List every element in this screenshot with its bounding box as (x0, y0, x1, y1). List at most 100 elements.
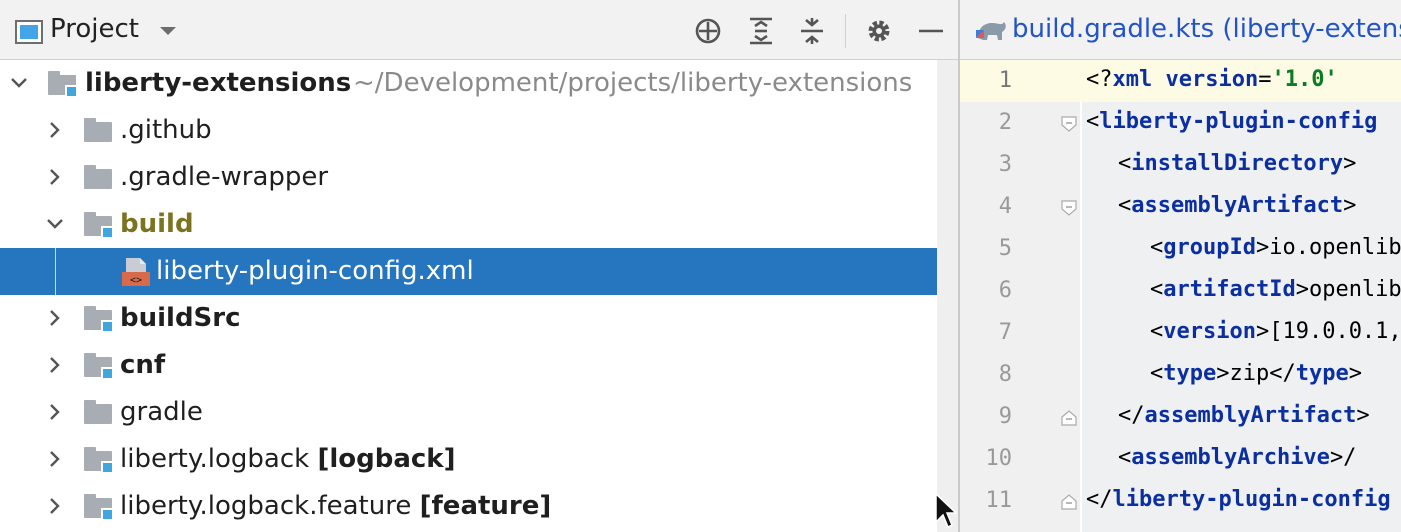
code-text: <assemblyArchive>/ (1118, 445, 1357, 470)
xml-tag: liberty-plugin-config (1112, 487, 1391, 512)
module-name: liberty.logback (120, 444, 310, 474)
xml-tag: artifactId (1163, 277, 1296, 302)
module-folder-icon (84, 447, 114, 474)
fold-marker-icon[interactable] (1060, 199, 1078, 217)
tree-label: liberty.logback [logback] (120, 444, 455, 474)
chevron-right-icon[interactable] (44, 119, 66, 141)
hide-icon[interactable] (915, 14, 947, 48)
code-line[interactable]: 7 <version>[19.0.0.1,) (960, 312, 1401, 354)
chevron-down-icon[interactable] (158, 19, 178, 43)
code-line[interactable]: 3 <installDirectory> (960, 144, 1401, 186)
tree-label: build (120, 209, 194, 239)
xml-text: zip (1229, 361, 1270, 386)
xml-attr: version (1165, 67, 1259, 92)
fold-end-marker-icon[interactable] (1060, 493, 1078, 511)
mouse-pointer-icon (934, 492, 958, 530)
line-number: 2 (998, 110, 1012, 135)
chevron-right-icon[interactable] (44, 401, 66, 423)
tree-row-cnf[interactable]: cnf (0, 342, 958, 389)
code-text: <?xml version='1.0' (1086, 67, 1338, 92)
line-number: 4 (998, 194, 1012, 219)
tree-row-gradle-wrapper[interactable]: .gradle-wrapper (0, 154, 958, 201)
module-tag: [logback] (317, 444, 456, 474)
tree-row-liberty-plugin-config[interactable]: <> liberty-plugin-config.xml (0, 248, 958, 295)
chevron-right-icon[interactable] (44, 448, 66, 470)
chevron-down-icon[interactable] (44, 213, 66, 235)
folder-icon (84, 118, 112, 142)
line-number: 9 (998, 404, 1012, 429)
code-line[interactable]: 4 <assemblyArtifact> (960, 186, 1401, 228)
module-folder-icon (84, 306, 114, 333)
editor-tab-bar: build.gradle.kts (liberty-extensions) (960, 0, 1401, 60)
line-number: 6 (998, 278, 1012, 303)
editor-tab-title[interactable]: build.gradle.kts (liberty-extensions) (1012, 14, 1401, 44)
xml-file-icon: <> (120, 256, 152, 288)
line-number: 3 (998, 152, 1012, 177)
expand-all-icon[interactable] (745, 14, 777, 48)
tree-row-liberty-logback[interactable]: liberty.logback [logback] (0, 436, 958, 483)
code-line[interactable]: 1 <?xml version='1.0' (960, 60, 1401, 102)
code-line[interactable]: 5 <groupId>io.openliberty (960, 228, 1401, 270)
code-text: <installDirectory> (1118, 151, 1357, 176)
code-line[interactable]: 10 <assemblyArchive>/ (960, 438, 1401, 480)
chevron-right-icon[interactable] (44, 495, 66, 517)
xml-text: [19.0.0.1,) (1269, 319, 1401, 344)
chevron-right-icon[interactable] (44, 307, 66, 329)
line-number: 11 (985, 488, 1013, 513)
code-text: </assemblyArtifact> (1118, 403, 1370, 428)
project-tool-window: Project liberty-extensions ~/Development… (0, 0, 958, 532)
code-text: <groupId>io.openliberty (1150, 235, 1401, 260)
line-number: 7 (998, 320, 1012, 345)
xml-tag: installDirectory (1131, 151, 1344, 176)
locate-icon[interactable] (692, 14, 724, 48)
line-number: 10 (985, 446, 1013, 471)
gradle-kotlin-file-icon (974, 16, 1010, 46)
project-view-selector[interactable]: Project (50, 14, 139, 44)
tree-label: .github (120, 115, 212, 145)
xml-tag: type (1163, 361, 1217, 386)
chevron-right-icon[interactable] (44, 166, 66, 188)
code-text: </liberty-plugin-config (1086, 487, 1391, 512)
fold-marker-icon[interactable] (1060, 115, 1078, 133)
collapse-all-icon[interactable] (796, 14, 828, 48)
code-line[interactable]: 8 <type>zip</type> (960, 354, 1401, 396)
tree-row-root[interactable]: liberty-extensions ~/Development/project… (0, 60, 958, 107)
svg-text:<>: <> (130, 275, 142, 286)
code-line[interactable]: 2 <liberty-plugin-config (960, 102, 1401, 144)
chevron-down-icon[interactable] (8, 72, 30, 94)
tree-label: .gradle-wrapper (120, 162, 329, 192)
chevron-right-icon[interactable] (44, 354, 66, 376)
gear-icon[interactable] (863, 14, 895, 48)
tree-label: liberty-extensions (85, 68, 352, 98)
header-separator (845, 14, 846, 48)
tree-row-github[interactable]: .github (0, 107, 958, 154)
module-folder-icon (48, 71, 78, 98)
code-line[interactable]: 6 <artifactId>openliberty-runtime (960, 270, 1401, 312)
xml-tag: version (1163, 319, 1256, 344)
tree-row-gradle[interactable]: gradle (0, 389, 958, 436)
code-text: <artifactId>openliberty-runtime (1150, 277, 1401, 302)
tree-row-liberty-logback-feature[interactable]: liberty.logback.feature [feature] (0, 483, 958, 530)
module-tag: [feature] (419, 491, 552, 521)
code-line[interactable]: 11 </liberty-plugin-config (960, 480, 1401, 522)
line-number: 1 (998, 68, 1012, 93)
code-text: <assemblyArtifact> (1118, 193, 1357, 218)
editor-pane: build.gradle.kts (liberty-extensions) 1 … (960, 0, 1401, 532)
module-name: liberty.logback.feature (120, 491, 412, 521)
xml-attr-value: '1.0' (1271, 67, 1338, 92)
xml-decl: xml (1112, 67, 1153, 92)
tree-label: liberty-plugin-config.xml (156, 256, 474, 286)
xml-tag: liberty-plugin-config (1099, 109, 1378, 134)
tree-label: gradle (120, 397, 203, 427)
xml-text: io.openliberty (1269, 235, 1401, 260)
xml-text: openliberty-runtime (1308, 277, 1401, 302)
xml-tag: assemblyArtifact (1144, 403, 1357, 428)
code-line[interactable]: 9 </assemblyArtifact> (960, 396, 1401, 438)
fold-end-marker-icon[interactable] (1060, 409, 1078, 427)
tree-row-build[interactable]: build (0, 201, 958, 248)
vertical-scrollbar[interactable] (937, 60, 958, 532)
tree-label: buildSrc (120, 303, 241, 333)
tree-row-buildsrc[interactable]: buildSrc (0, 295, 958, 342)
project-panel-header: Project (0, 0, 958, 60)
code-text: <liberty-plugin-config (1086, 109, 1378, 134)
